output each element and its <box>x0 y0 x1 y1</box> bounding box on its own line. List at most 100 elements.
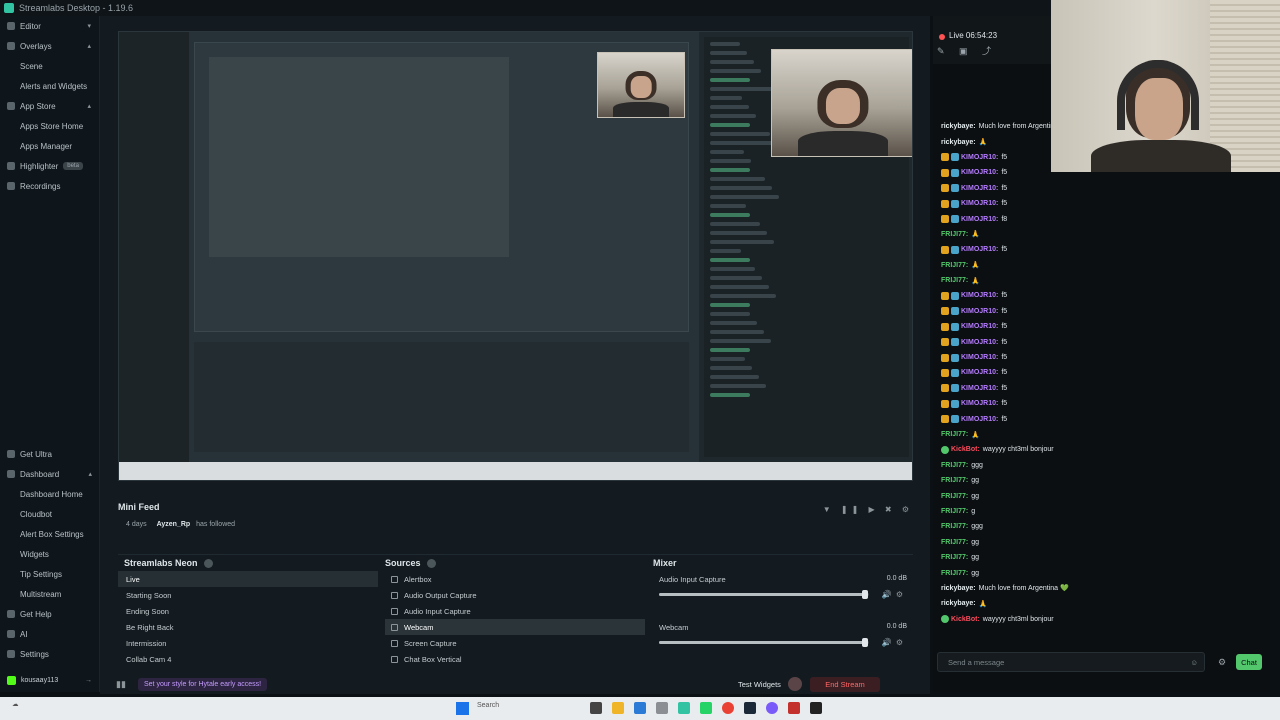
chat-username[interactable]: FRIJI77: <box>941 554 968 561</box>
mini-feed-controls[interactable]: ▼ ❚❚ ▶ ✖ ⚙ <box>823 505 913 514</box>
sidebar-item-get-help[interactable]: Get Help <box>0 604 100 624</box>
volume-slider[interactable] <box>659 590 869 599</box>
sidebar-item-apps-manager[interactable]: Apps Manager <box>0 136 99 156</box>
volume-handle[interactable] <box>861 638 868 647</box>
scene-item[interactable]: Live <box>118 571 378 587</box>
record-button[interactable] <box>788 677 802 691</box>
chat-username[interactable]: FRIJI77: <box>941 231 968 238</box>
emoji-icon[interactable]: ☺ <box>1190 658 1198 667</box>
chat-username[interactable]: KIMOJR10: <box>961 308 998 315</box>
sidebar-item-multistream[interactable]: Multistream <box>0 584 100 604</box>
chat-username[interactable]: FRIJI77: <box>941 277 968 284</box>
chat-username[interactable]: KIMOJR10: <box>961 354 998 361</box>
chat-username[interactable]: KIMOJR10: <box>961 216 998 223</box>
chat-input[interactable]: Send a message ☺ <box>937 652 1205 672</box>
chat-username[interactable]: KickBot: <box>951 616 980 623</box>
logout-icon[interactable]: → <box>85 677 92 684</box>
sidebar-item-alerts-and-widgets[interactable]: Alerts and Widgets <box>0 76 99 96</box>
sidebar-item-highlighter[interactable]: Highlighter beta <box>0 156 99 176</box>
taskbar-app-icon[interactable] <box>766 702 778 714</box>
chat-username[interactable]: KIMOJR10: <box>961 246 998 253</box>
scene-item[interactable]: Starting Soon <box>118 587 378 603</box>
source-item[interactable]: Chat Box Vertical <box>385 651 645 667</box>
taskbar-app-icon[interactable] <box>810 702 822 714</box>
chat-username[interactable]: FRIJI77: <box>941 508 968 515</box>
chat-username[interactable]: KIMOJR10: <box>961 200 998 207</box>
start-button-icon[interactable] <box>456 702 469 715</box>
source-item[interactable]: Webcam <box>385 619 645 635</box>
whatsapp-icon[interactable] <box>700 702 712 714</box>
streamlabs-taskbar-icon[interactable] <box>678 702 690 714</box>
sidebar-item-alert-box-settings[interactable]: Alert Box Settings <box>0 524 100 544</box>
taskbar-app-icon[interactable] <box>590 702 602 714</box>
sidebar-item-get-ultra[interactable]: Get Ultra <box>0 444 100 464</box>
chat-username[interactable]: KickBot: <box>951 446 980 453</box>
chat-settings-icon[interactable]: ⚙ <box>1218 657 1226 668</box>
chat-username[interactable]: rickybaye: <box>941 139 976 146</box>
sidebar-item-apps-store-home[interactable]: Apps Store Home <box>0 116 99 136</box>
source-item[interactable]: Audio Output Capture <box>385 587 645 603</box>
taskbar-search[interactable]: Search <box>477 702 499 709</box>
source-item[interactable]: Alertbox <box>385 571 645 587</box>
chrome-icon[interactable] <box>722 702 734 714</box>
scene-item[interactable]: Ending Soon <box>118 603 378 619</box>
scene-item[interactable]: Collab Cam 4 <box>118 651 378 667</box>
chat-username[interactable]: FRIJI77: <box>941 493 968 500</box>
send-chat-button[interactable]: Chat <box>1236 654 1262 670</box>
chat-username[interactable]: FRIJI77: <box>941 431 968 438</box>
chat-username[interactable]: FRIJI77: <box>941 523 968 530</box>
weather-widget[interactable]: ☁ <box>12 700 19 708</box>
scene-item[interactable]: Be Right Back <box>118 619 378 635</box>
sidebar-item-cloudbot[interactable]: Cloudbot <box>0 504 100 524</box>
volume-handle[interactable] <box>861 590 868 599</box>
chat-username[interactable]: KIMOJR10: <box>961 385 998 392</box>
test-widgets-button[interactable]: Test Widgets <box>738 680 781 689</box>
webcam-source[interactable] <box>771 49 912 157</box>
scene-item[interactable]: Intermission <box>118 635 378 651</box>
taskbar-app-icon[interactable] <box>656 702 668 714</box>
chat-tools[interactable]: ✎ ▣ ⤴ <box>937 44 997 57</box>
volume-slider[interactable] <box>659 638 869 647</box>
chat-username[interactable]: KIMOJR10: <box>961 416 998 423</box>
chat-username[interactable]: KIMOJR10: <box>961 400 998 407</box>
stats-icon[interactable]: ▮▮ <box>116 679 126 690</box>
sidebar-item-widgets[interactable]: Widgets <box>0 544 100 564</box>
sidebar-item-scene[interactable]: Scene <box>0 56 99 76</box>
sidebar-item-settings[interactable]: Settings <box>0 644 100 664</box>
chat-username[interactable]: KIMOJR10: <box>961 339 998 346</box>
add-source-icon[interactable] <box>426 558 436 568</box>
add-scene-icon[interactable] <box>203 558 213 568</box>
chat-username[interactable]: FRIJI77: <box>941 462 968 469</box>
file-explorer-icon[interactable] <box>612 702 624 714</box>
end-stream-button[interactable]: End Stream <box>810 676 880 692</box>
user-account[interactable]: kousaay113 → <box>0 672 100 688</box>
sidebar-item-dashboard[interactable]: Dashboard ▴ <box>0 464 100 484</box>
sidebar-item-recordings[interactable]: Recordings <box>0 176 99 196</box>
chat-username[interactable]: KIMOJR10: <box>961 154 998 161</box>
taskbar-app-icon[interactable] <box>634 702 646 714</box>
source-item[interactable]: Screen Capture <box>385 635 645 651</box>
chat-username[interactable]: FRIJI77: <box>941 539 968 546</box>
chat-username[interactable]: KIMOJR10: <box>961 185 998 192</box>
mixer-controls[interactable]: 🔊⚙ <box>882 638 907 647</box>
steam-icon[interactable] <box>744 702 756 714</box>
sidebar-item-ai[interactable]: AI <box>0 624 100 644</box>
chat-username[interactable]: KIMOJR10: <box>961 369 998 376</box>
chat-username[interactable]: rickybaye: <box>941 585 976 592</box>
chat-username[interactable]: rickybaye: <box>941 123 976 130</box>
chat-username[interactable]: rickybaye: <box>941 600 976 607</box>
sidebar-item-dashboard-home[interactable]: Dashboard Home <box>0 484 100 504</box>
source-item[interactable]: Audio Input Capture <box>385 603 645 619</box>
stream-preview[interactable] <box>118 31 913 481</box>
chat-username[interactable]: KIMOJR10: <box>961 292 998 299</box>
chat-username[interactable]: KIMOJR10: <box>961 323 998 330</box>
taskbar-app-icon[interactable] <box>788 702 800 714</box>
sidebar-item-editor[interactable]: Editor ▾ <box>0 16 99 36</box>
sidebar-item-tip-settings[interactable]: Tip Settings <box>0 564 100 584</box>
promo-banner[interactable]: Set your style for Hytale early access! <box>138 677 268 691</box>
sidebar-item-overlays[interactable]: Overlays ▴ <box>0 36 99 56</box>
chat-username[interactable]: FRIJI77: <box>941 477 968 484</box>
chat-username[interactable]: FRIJI77: <box>941 262 968 269</box>
sidebar-item-app-store[interactable]: App Store ▴ <box>0 96 99 116</box>
chat-username[interactable]: FRIJI77: <box>941 570 968 577</box>
